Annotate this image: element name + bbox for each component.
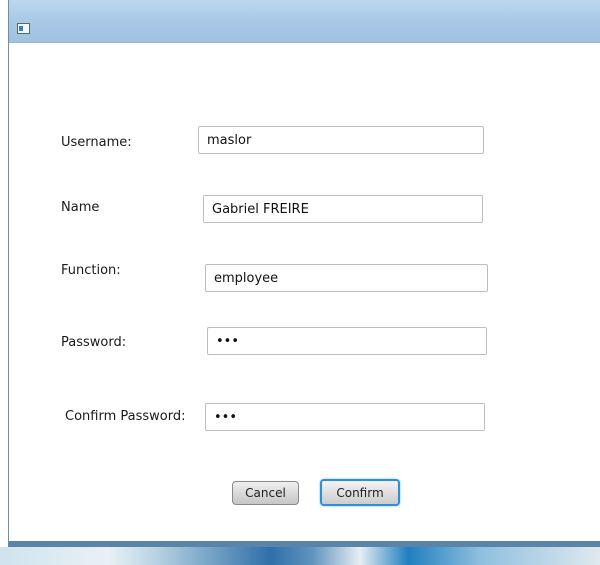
password-label: Password: bbox=[61, 335, 127, 350]
screen: Username: Name Function: Password: Confi… bbox=[0, 0, 600, 565]
name-input[interactable] bbox=[203, 195, 483, 223]
password-input[interactable] bbox=[207, 327, 487, 355]
function-input[interactable] bbox=[205, 264, 488, 292]
username-label: Username: bbox=[61, 135, 132, 150]
function-label: Function: bbox=[61, 263, 121, 278]
name-label: Name bbox=[61, 200, 100, 215]
user-form: Username: Name Function: Password: Confi… bbox=[9, 43, 600, 541]
confirm-password-input[interactable] bbox=[205, 403, 485, 431]
desktop-taskbar-strip bbox=[0, 547, 600, 565]
confirm-button[interactable]: Confirm bbox=[320, 479, 400, 506]
dialog-window: Username: Name Function: Password: Confi… bbox=[8, 0, 600, 547]
confirm-password-label: Confirm Password: bbox=[65, 409, 186, 424]
window-titlebar[interactable] bbox=[9, 0, 600, 43]
java-window-icon bbox=[17, 23, 30, 34]
username-input[interactable] bbox=[198, 126, 484, 154]
cancel-button[interactable]: Cancel bbox=[232, 481, 299, 505]
